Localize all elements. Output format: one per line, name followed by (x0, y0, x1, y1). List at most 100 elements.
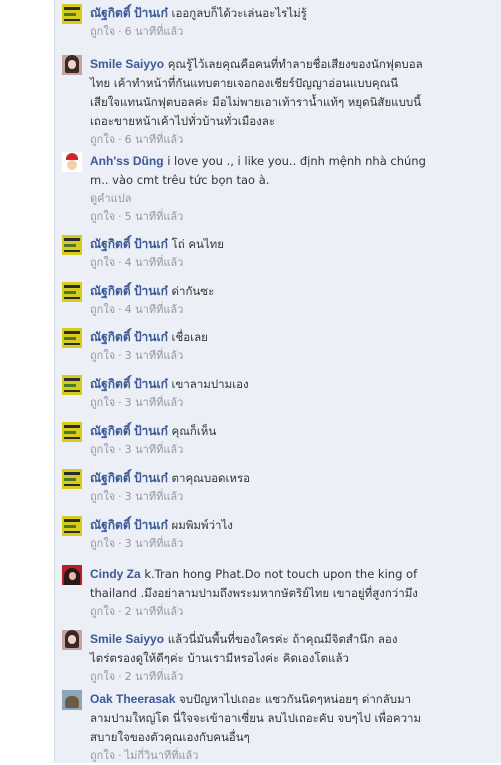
like-link[interactable]: ถูกใจ (90, 670, 115, 683)
comment-timestamp[interactable]: 3 นาทีที่แล้ว (125, 396, 184, 409)
like-link[interactable]: ถูกใจ (90, 537, 115, 550)
yellow-banner-avatar[interactable] (62, 4, 82, 24)
avatar-part (64, 431, 76, 434)
comment-author-link[interactable]: Anh'ss Dũng (90, 154, 164, 168)
like-link[interactable]: ถูกใจ (90, 133, 115, 146)
girl-avatar[interactable] (62, 630, 82, 650)
like-link[interactable]: ถูกใจ (90, 443, 115, 456)
comment-text: Smile Saiyyo คุณรู้ไว้เลยคุณคือคนที่ทำลา… (90, 55, 492, 131)
comment-line: i love you ., i like you.. định mệnh nhà… (167, 154, 426, 168)
yellow-banner-avatar[interactable] (62, 422, 82, 442)
comment-timestamp[interactable]: ไม่กี่วินาทีที่แล้ว (125, 749, 199, 762)
avatar-part (64, 238, 80, 241)
comment-actions: ถูกใจ · 3 นาทีที่แล้ว (90, 347, 492, 365)
comment-line: ลามปามใหญ่โต นี่ใจจะเข้าอาเซี่ยน ลบไปเถอ… (90, 711, 422, 725)
avatar-part (64, 285, 80, 288)
yellow-banner-avatar[interactable] (62, 282, 82, 302)
comment-timestamp[interactable]: 3 นาทีที่แล้ว (125, 537, 184, 550)
comment-text: ณัฐกิตติ์ ป้านเก๋ ผมพิมพ์ว่าไง (90, 516, 492, 535)
like-link[interactable]: ถูกใจ (90, 490, 115, 503)
yellow-banner-avatar[interactable] (62, 516, 82, 536)
comment-timestamp[interactable]: 3 นาทีที่แล้ว (125, 443, 184, 456)
separator-dot: · (118, 133, 122, 146)
yellow-banner-avatar[interactable] (62, 328, 82, 348)
comment-author-link[interactable]: ณัฐกิตติ์ ป้านเก๋ (90, 518, 168, 532)
comment-timestamp[interactable]: 4 นาทีที่แล้ว (125, 256, 184, 269)
comment-actions: ถูกใจ · 6 นาทีที่แล้ว (90, 23, 492, 41)
comment-author-link[interactable]: ณัฐกิตติ์ ป้านเก๋ (90, 377, 168, 391)
comment-author-link[interactable]: Smile Saiyyo (90, 632, 164, 646)
like-link[interactable]: ถูกใจ (90, 303, 115, 316)
separator-dot: · (118, 537, 122, 550)
comment-actions: ถูกใจ · 3 นาทีที่แล้ว (90, 488, 492, 506)
avatar-part (64, 384, 76, 387)
comment-line: เออกูลบก็ได้วะเล่นอะไรไม่รู้ (171, 6, 307, 20)
comment-author-link[interactable]: Oak Theerasak (90, 692, 175, 706)
comment-actions: ถูกใจ · 4 นาทีที่แล้ว (90, 254, 492, 272)
dog-avatar[interactable] (62, 690, 82, 710)
comment-text: ณัฐกิตติ์ ป้านเก๋ ด่ากันซะ (90, 282, 492, 301)
comment-line: คุณก็เห็น (171, 424, 217, 438)
avatar-part (64, 437, 80, 439)
avatar-part (69, 572, 76, 580)
comment-timestamp[interactable]: 2 นาทีที่แล้ว (125, 605, 184, 618)
like-link[interactable]: ถูกใจ (90, 210, 115, 223)
comment-line: เชื่อเลย (171, 330, 208, 344)
comment-timestamp[interactable]: 3 นาทีที่แล้ว (125, 490, 184, 503)
comment-author-link[interactable]: ณัฐกิตติ์ ป้านเก๋ (90, 6, 168, 20)
comment-timestamp[interactable]: 6 นาทีที่แล้ว (125, 25, 184, 38)
comment-author-link[interactable]: Cindy Za (90, 567, 141, 581)
comment-item: Smile Saiyyo คุณรู้ไว้เลยคุณคือคนที่ทำลา… (62, 55, 492, 149)
separator-dot: · (118, 210, 122, 223)
comment-line: แล้วนี่มันพื้นที่ของใครค่ะ ถ้าคุณมีจิตสำ… (167, 632, 398, 646)
avatar-part (64, 244, 76, 247)
yellow-banner-avatar[interactable] (62, 469, 82, 489)
avatar-part (64, 531, 80, 533)
separator-dot: · (118, 749, 122, 762)
comment-text: Cindy Za k.Tran hong Phat.Do not touch u… (90, 565, 492, 603)
comment-text: ณัฐกิตติ์ ป้านเก๋ เชื่อเลย (90, 328, 492, 347)
comment-line: เขาลามปามเอง (171, 377, 249, 391)
avatar-part (64, 378, 80, 381)
avatar-part (64, 343, 80, 345)
comment-timestamp[interactable]: 6 นาทีที่แล้ว (125, 133, 184, 146)
like-link[interactable]: ถูกใจ (90, 396, 115, 409)
yellow-banner-avatar[interactable] (62, 235, 82, 255)
like-link[interactable]: ถูกใจ (90, 749, 115, 762)
comment-timestamp[interactable]: 5 นาทีที่แล้ว (125, 210, 184, 223)
see-translation-link[interactable]: ดูคำแปล (90, 190, 492, 208)
comment-line: k.Tran hong Phat.Do not touch upon the k… (144, 567, 418, 581)
comment-item: Cindy Za k.Tran hong Phat.Do not touch u… (62, 565, 492, 621)
like-link[interactable]: ถูกใจ (90, 349, 115, 362)
like-link[interactable]: ถูกใจ (90, 256, 115, 269)
comment-text: Oak Theerasak จบปัญหาไปเถอะ แซวกันนิดๆหน… (90, 690, 492, 747)
comment-author-link[interactable]: ณัฐกิตติ์ ป้านเก๋ (90, 330, 168, 344)
comment-line: ผมพิมพ์ว่าไง (171, 518, 233, 532)
avatar-part (68, 60, 76, 69)
comment-line: คุณรู้ไว้เลยคุณคือคนที่ทำลายชื่อเสียงของ… (167, 57, 423, 71)
comment-author-link[interactable]: Smile Saiyyo (90, 57, 164, 71)
comment-item: ณัฐกิตติ์ ป้านเก๋ เชื่อเลย ถูกใจ · 3 นาทีที… (62, 328, 492, 365)
yellow-banner-avatar[interactable] (62, 375, 82, 395)
red-hair-avatar[interactable] (62, 565, 82, 585)
comment-actions: ถูกใจ · 2 นาทีที่แล้ว (90, 603, 492, 621)
comment-author-link[interactable]: ณัฐกิตติ์ ป้านเก๋ (90, 471, 168, 485)
comment-text: ณัฐกิตติ์ ป้านเก๋ คุณก็เห็น (90, 422, 492, 441)
comment-actions: ถูกใจ · ไม่กี่วินาทีที่แล้ว (90, 747, 492, 765)
comment-timestamp[interactable]: 4 นาทีที่แล้ว (125, 303, 184, 316)
avatar-part (64, 478, 76, 481)
girl-avatar[interactable] (62, 55, 82, 75)
like-link[interactable]: ถูกใจ (90, 605, 115, 618)
comment-actions: ถูกใจ · 3 นาทีที่แล้ว (90, 394, 492, 412)
comment-line: ตาคุณบอดเหรอ (171, 471, 251, 485)
avatar-part (64, 19, 80, 21)
comment-author-link[interactable]: ณัฐกิตติ์ ป้านเก๋ (90, 424, 168, 438)
comment-author-link[interactable]: ณัฐกิตติ์ ป้านเก๋ (90, 237, 168, 251)
comment-author-link[interactable]: ณัฐกิตติ์ ป้านเก๋ (90, 284, 168, 298)
avatar-part (64, 425, 80, 428)
like-link[interactable]: ถูกใจ (90, 25, 115, 38)
comment-actions: ถูกใจ · 5 นาทีที่แล้ว (90, 208, 492, 226)
comment-timestamp[interactable]: 2 นาทีที่แล้ว (125, 670, 184, 683)
comment-timestamp[interactable]: 3 นาทีที่แล้ว (125, 349, 184, 362)
santa-avatar[interactable] (62, 152, 82, 172)
